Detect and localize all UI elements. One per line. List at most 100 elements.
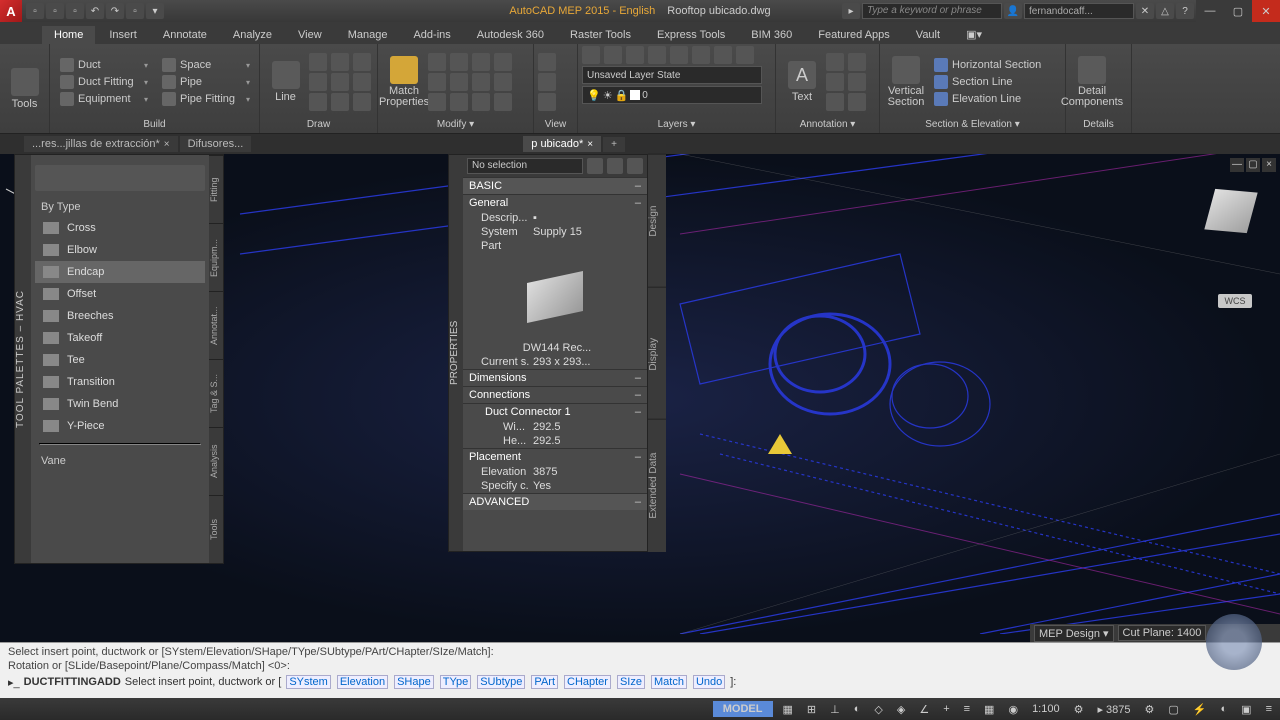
vp-close-icon[interactable]: × [1262, 158, 1276, 172]
palette-tab-tools[interactable]: Tools [209, 495, 223, 563]
cmd-keyword[interactable]: TYpe [440, 675, 471, 689]
ribbon-collapse-icon[interactable]: ▣▾ [954, 25, 994, 44]
section-basic[interactable]: BASIC [463, 177, 647, 194]
anno-tool-icon[interactable] [826, 93, 844, 111]
detail-components-button[interactable]: Detail Components [1070, 49, 1114, 115]
modify-tool-icon[interactable] [494, 93, 512, 111]
modify-tool-icon[interactable] [472, 93, 490, 111]
view-tool-icon[interactable] [538, 73, 556, 91]
palette-tab-annotation[interactable]: Annotat... [209, 291, 223, 359]
qat-redo-icon[interactable]: ↷ [106, 3, 124, 19]
layer-tool-icon[interactable] [582, 46, 600, 64]
palette-tab-fitting[interactable]: Fitting [209, 155, 223, 223]
section-connector[interactable]: Duct Connector 1 [463, 403, 647, 420]
ext-tab-extended[interactable]: Extended Data [648, 419, 666, 552]
cycle-icon[interactable] [627, 158, 643, 174]
help-search-input[interactable]: Type a keyword or phrase [862, 3, 1002, 19]
anno-tool-icon[interactable] [826, 73, 844, 91]
ext-tab-display[interactable]: Display [648, 287, 666, 420]
layer-tool-icon[interactable] [714, 46, 732, 64]
layer-state-dropdown[interactable]: Unsaved Layer State [582, 66, 762, 84]
qat-open-icon[interactable]: ▫ [46, 3, 64, 19]
status-clean-icon[interactable]: ▣ [1237, 700, 1255, 718]
pipe-fitting-button[interactable]: Pipe Fitting [156, 91, 256, 107]
palette-item-vane[interactable]: Vane [35, 451, 205, 471]
modify-tool-icon[interactable] [428, 73, 446, 91]
palette-item-endcap[interactable]: Endcap [35, 261, 205, 283]
cutplane-field[interactable]: Cut Plane: 1400 [1118, 625, 1207, 641]
palette-item-transition[interactable]: Transition [35, 371, 205, 393]
tab-featured[interactable]: Featured Apps [806, 26, 902, 44]
qat-more-icon[interactable]: ▾ [146, 3, 164, 19]
qat-undo-icon[interactable]: ↶ [86, 3, 104, 19]
section-advanced[interactable]: ADVANCED [463, 493, 647, 510]
equipment-button[interactable]: Equipment [54, 91, 154, 107]
anno-tool-icon[interactable] [848, 93, 866, 111]
prop-value[interactable]: 293 x 293... [529, 356, 647, 368]
tab-vault[interactable]: Vault [904, 26, 952, 44]
status-monitor-icon[interactable]: ▢ [1164, 700, 1182, 718]
workspace-dropdown[interactable]: MEP Design ▾ [1034, 625, 1114, 642]
section-connections[interactable]: Connections [463, 386, 647, 403]
modify-tool-icon[interactable] [450, 93, 468, 111]
qat-print-icon[interactable]: ▫ [126, 3, 144, 19]
status-annoscale-icon[interactable]: ⚙ [1070, 700, 1088, 718]
tools-button[interactable]: Tools [4, 56, 45, 122]
panel-section[interactable]: Section & Elevation ▾ [884, 118, 1061, 131]
duct-fitting-button[interactable]: Duct Fitting [54, 74, 154, 90]
navigation-wheel-icon[interactable] [1206, 614, 1262, 670]
vp-minimize-icon[interactable]: — [1230, 158, 1244, 172]
status-snap-icon[interactable]: ⊞ [803, 700, 820, 718]
close-icon[interactable]: × [164, 139, 170, 150]
view-tool-icon[interactable] [538, 53, 556, 71]
cmd-keyword[interactable]: SYstem [286, 675, 331, 689]
close-button[interactable]: ✕ [1252, 0, 1280, 22]
view-tool-icon[interactable] [538, 93, 556, 111]
tab-view[interactable]: View [286, 26, 334, 44]
section-placement[interactable]: Placement [463, 448, 647, 465]
tab-annotate[interactable]: Annotate [151, 26, 219, 44]
prop-value[interactable]: 292.5 [529, 435, 647, 447]
anno-tool-icon[interactable] [848, 73, 866, 91]
status-workspace-icon[interactable]: ⚙ [1141, 700, 1159, 718]
modify-tool-icon[interactable] [494, 53, 512, 71]
panel-annotation[interactable]: Annotation ▾ [780, 118, 875, 131]
palette-item-twinbend[interactable]: Twin Bend [35, 393, 205, 415]
viewcube[interactable] [1200, 182, 1262, 244]
cmd-keyword[interactable]: Undo [693, 675, 725, 689]
palette-item-elbow[interactable]: Elbow [35, 239, 205, 261]
modify-tool-icon[interactable] [428, 53, 446, 71]
prop-value[interactable]: ▪ [529, 212, 647, 224]
quickselect-icon[interactable] [587, 158, 603, 174]
tab-express[interactable]: Express Tools [645, 26, 737, 44]
status-cycling-icon[interactable]: ◉ [1004, 700, 1022, 718]
pipe-button[interactable]: Pipe [156, 74, 256, 90]
app-logo[interactable]: A [0, 0, 22, 22]
status-3dosnap-icon[interactable]: ◈ [893, 700, 909, 718]
prop-value[interactable]: Supply 15 [529, 226, 647, 238]
cmd-keyword[interactable]: Elevation [337, 675, 388, 689]
palette-item-breeches[interactable]: Breeches [35, 305, 205, 327]
vp-maximize-icon[interactable]: ▢ [1246, 158, 1260, 172]
cmd-keyword[interactable]: CHapter [564, 675, 611, 689]
section-line-button[interactable]: Section Line [930, 74, 1060, 90]
minimize-button[interactable]: — [1196, 0, 1224, 22]
horizontal-section-button[interactable]: Horizontal Section [930, 57, 1060, 73]
layer-tool-icon[interactable] [604, 46, 622, 64]
palette-item-takeoff[interactable]: Takeoff [35, 327, 205, 349]
user-menu[interactable]: fernandocaff... [1024, 3, 1134, 19]
draw-tool-icon[interactable] [309, 53, 327, 71]
tab-addins[interactable]: Add-ins [401, 26, 462, 44]
status-lineweight-icon[interactable]: ≡ [960, 700, 974, 718]
prop-value[interactable]: 3875 [529, 466, 647, 478]
status-dyninput-icon[interactable]: + [939, 700, 953, 718]
modify-tool-icon[interactable] [450, 73, 468, 91]
signin-icon[interactable]: 👤 [1004, 3, 1022, 19]
prop-value[interactable] [529, 240, 647, 252]
draw-tool-icon[interactable] [331, 93, 349, 111]
wcs-badge[interactable]: WCS [1218, 294, 1252, 308]
tab-analyze[interactable]: Analyze [221, 26, 284, 44]
palette-search[interactable] [35, 165, 205, 191]
palette-tab-equipment[interactable]: Equipm... [209, 223, 223, 291]
cmd-keyword[interactable]: SIze [617, 675, 645, 689]
